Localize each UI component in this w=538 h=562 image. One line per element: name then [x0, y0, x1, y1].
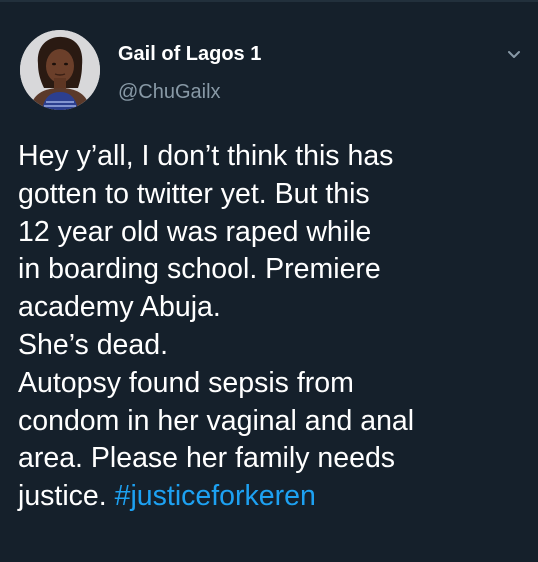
- avatar-photo: [20, 30, 100, 110]
- tweet-text-last-line: justice. #justiceforkeren: [18, 478, 533, 516]
- hashtag-link[interactable]: #justiceforkeren: [115, 480, 316, 512]
- tweet-text-line: Autopsy found sepsis from: [18, 366, 354, 399]
- chevron-down-icon[interactable]: [500, 44, 528, 66]
- tweet-text-line: in boarding school. Premiere: [18, 253, 381, 286]
- display-name[interactable]: Gail of Lagos 1: [118, 40, 261, 68]
- tweet-text-line: 12 year old was raped while: [18, 215, 372, 248]
- tweet-text: Hey y’all, I don’t think this has gotten…: [18, 138, 533, 516]
- avatar[interactable]: [20, 30, 100, 110]
- tweet-text-line: justice.: [18, 480, 107, 513]
- user-handle[interactable]: @ChuGailx: [118, 78, 221, 106]
- tweet: Gail of Lagos 1 @ChuGailx Hey y’all, I d…: [0, 0, 538, 562]
- tweet-text-line: area. Please her family needs: [18, 442, 396, 475]
- tweet-text-line: Hey y’all, I don’t think this has: [18, 140, 394, 172]
- tweet-text-line: academy Abuja.: [18, 291, 221, 324]
- tweet-text-line: She’s dead.: [18, 328, 169, 361]
- tweet-text-line: gotten to twitter yet. But this: [18, 177, 370, 210]
- tweet-text-line: condom in her vaginal and anal: [18, 404, 415, 437]
